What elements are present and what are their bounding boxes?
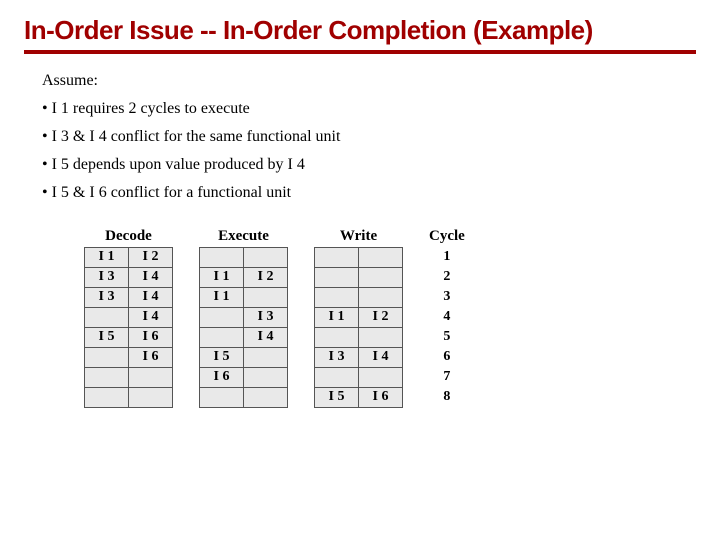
decode-header: Decode	[84, 228, 173, 247]
table-row: I 6	[200, 367, 288, 387]
decode-column: Decode I 1I 2 I 3I 4 I 3I 4 I 4 I 5I 6 I…	[84, 228, 173, 408]
table-row: I 3I 4	[85, 287, 173, 307]
cycle-number: 3	[443, 287, 450, 307]
table-row	[200, 247, 288, 267]
list-item: • I 1 requires 2 cycles to execute	[42, 100, 696, 118]
table-row: I 5I 6	[85, 327, 173, 347]
table-row	[315, 247, 403, 267]
cycle-number: 4	[443, 307, 450, 327]
table-row: I 1	[200, 287, 288, 307]
execute-table: I 1I 2 I 1 I 3 I 4 I 5 I 6	[199, 247, 288, 408]
cycle-header: Cycle	[429, 228, 465, 247]
write-table: I 1I 2 I 3I 4 I 5I 6	[314, 247, 403, 408]
title-underline	[24, 50, 696, 54]
cycle-number: 5	[443, 327, 450, 347]
page-title: In-Order Issue -- In-Order Completion (E…	[24, 16, 696, 46]
table-row	[200, 387, 288, 407]
table-row: I 3	[200, 307, 288, 327]
assumption-list: • I 1 requires 2 cycles to execute • I 3…	[42, 100, 696, 202]
table-row	[315, 327, 403, 347]
decode-table: I 1I 2 I 3I 4 I 3I 4 I 4 I 5I 6 I 6	[84, 247, 173, 408]
table-row	[315, 287, 403, 307]
table-row: I 4	[85, 307, 173, 327]
table-row: I 5I 6	[315, 387, 403, 407]
cycle-number: 8	[443, 387, 450, 407]
table-row	[315, 267, 403, 287]
cycle-number: 6	[443, 347, 450, 367]
list-item: • I 5 & I 6 conflict for a functional un…	[42, 184, 696, 202]
table-row	[85, 367, 173, 387]
cycle-number: 2	[443, 267, 450, 287]
pipeline-tables: Decode I 1I 2 I 3I 4 I 3I 4 I 4 I 5I 6 I…	[84, 228, 696, 408]
list-item: • I 3 & I 4 conflict for the same functi…	[42, 128, 696, 146]
cycle-number: 1	[443, 247, 450, 267]
table-row: I 1I 2	[85, 247, 173, 267]
table-row: I 6	[85, 347, 173, 367]
execute-column: Execute I 1I 2 I 1 I 3 I 4 I 5 I 6	[199, 228, 288, 408]
table-row: I 5	[200, 347, 288, 367]
cycle-column: Cycle 1 2 3 4 5 6 7 8	[429, 228, 465, 407]
table-row	[315, 367, 403, 387]
table-row: I 1I 2	[200, 267, 288, 287]
table-row: I 3I 4	[85, 267, 173, 287]
table-row: I 3I 4	[315, 347, 403, 367]
list-item: • I 5 depends upon value produced by I 4	[42, 156, 696, 174]
execute-header: Execute	[199, 228, 288, 247]
table-row	[85, 387, 173, 407]
table-row: I 4	[200, 327, 288, 347]
cycle-number: 7	[443, 367, 450, 387]
write-column: Write I 1I 2 I 3I 4 I 5I 6	[314, 228, 403, 408]
assume-label: Assume:	[42, 72, 696, 90]
table-row: I 1I 2	[315, 307, 403, 327]
write-header: Write	[314, 228, 403, 247]
